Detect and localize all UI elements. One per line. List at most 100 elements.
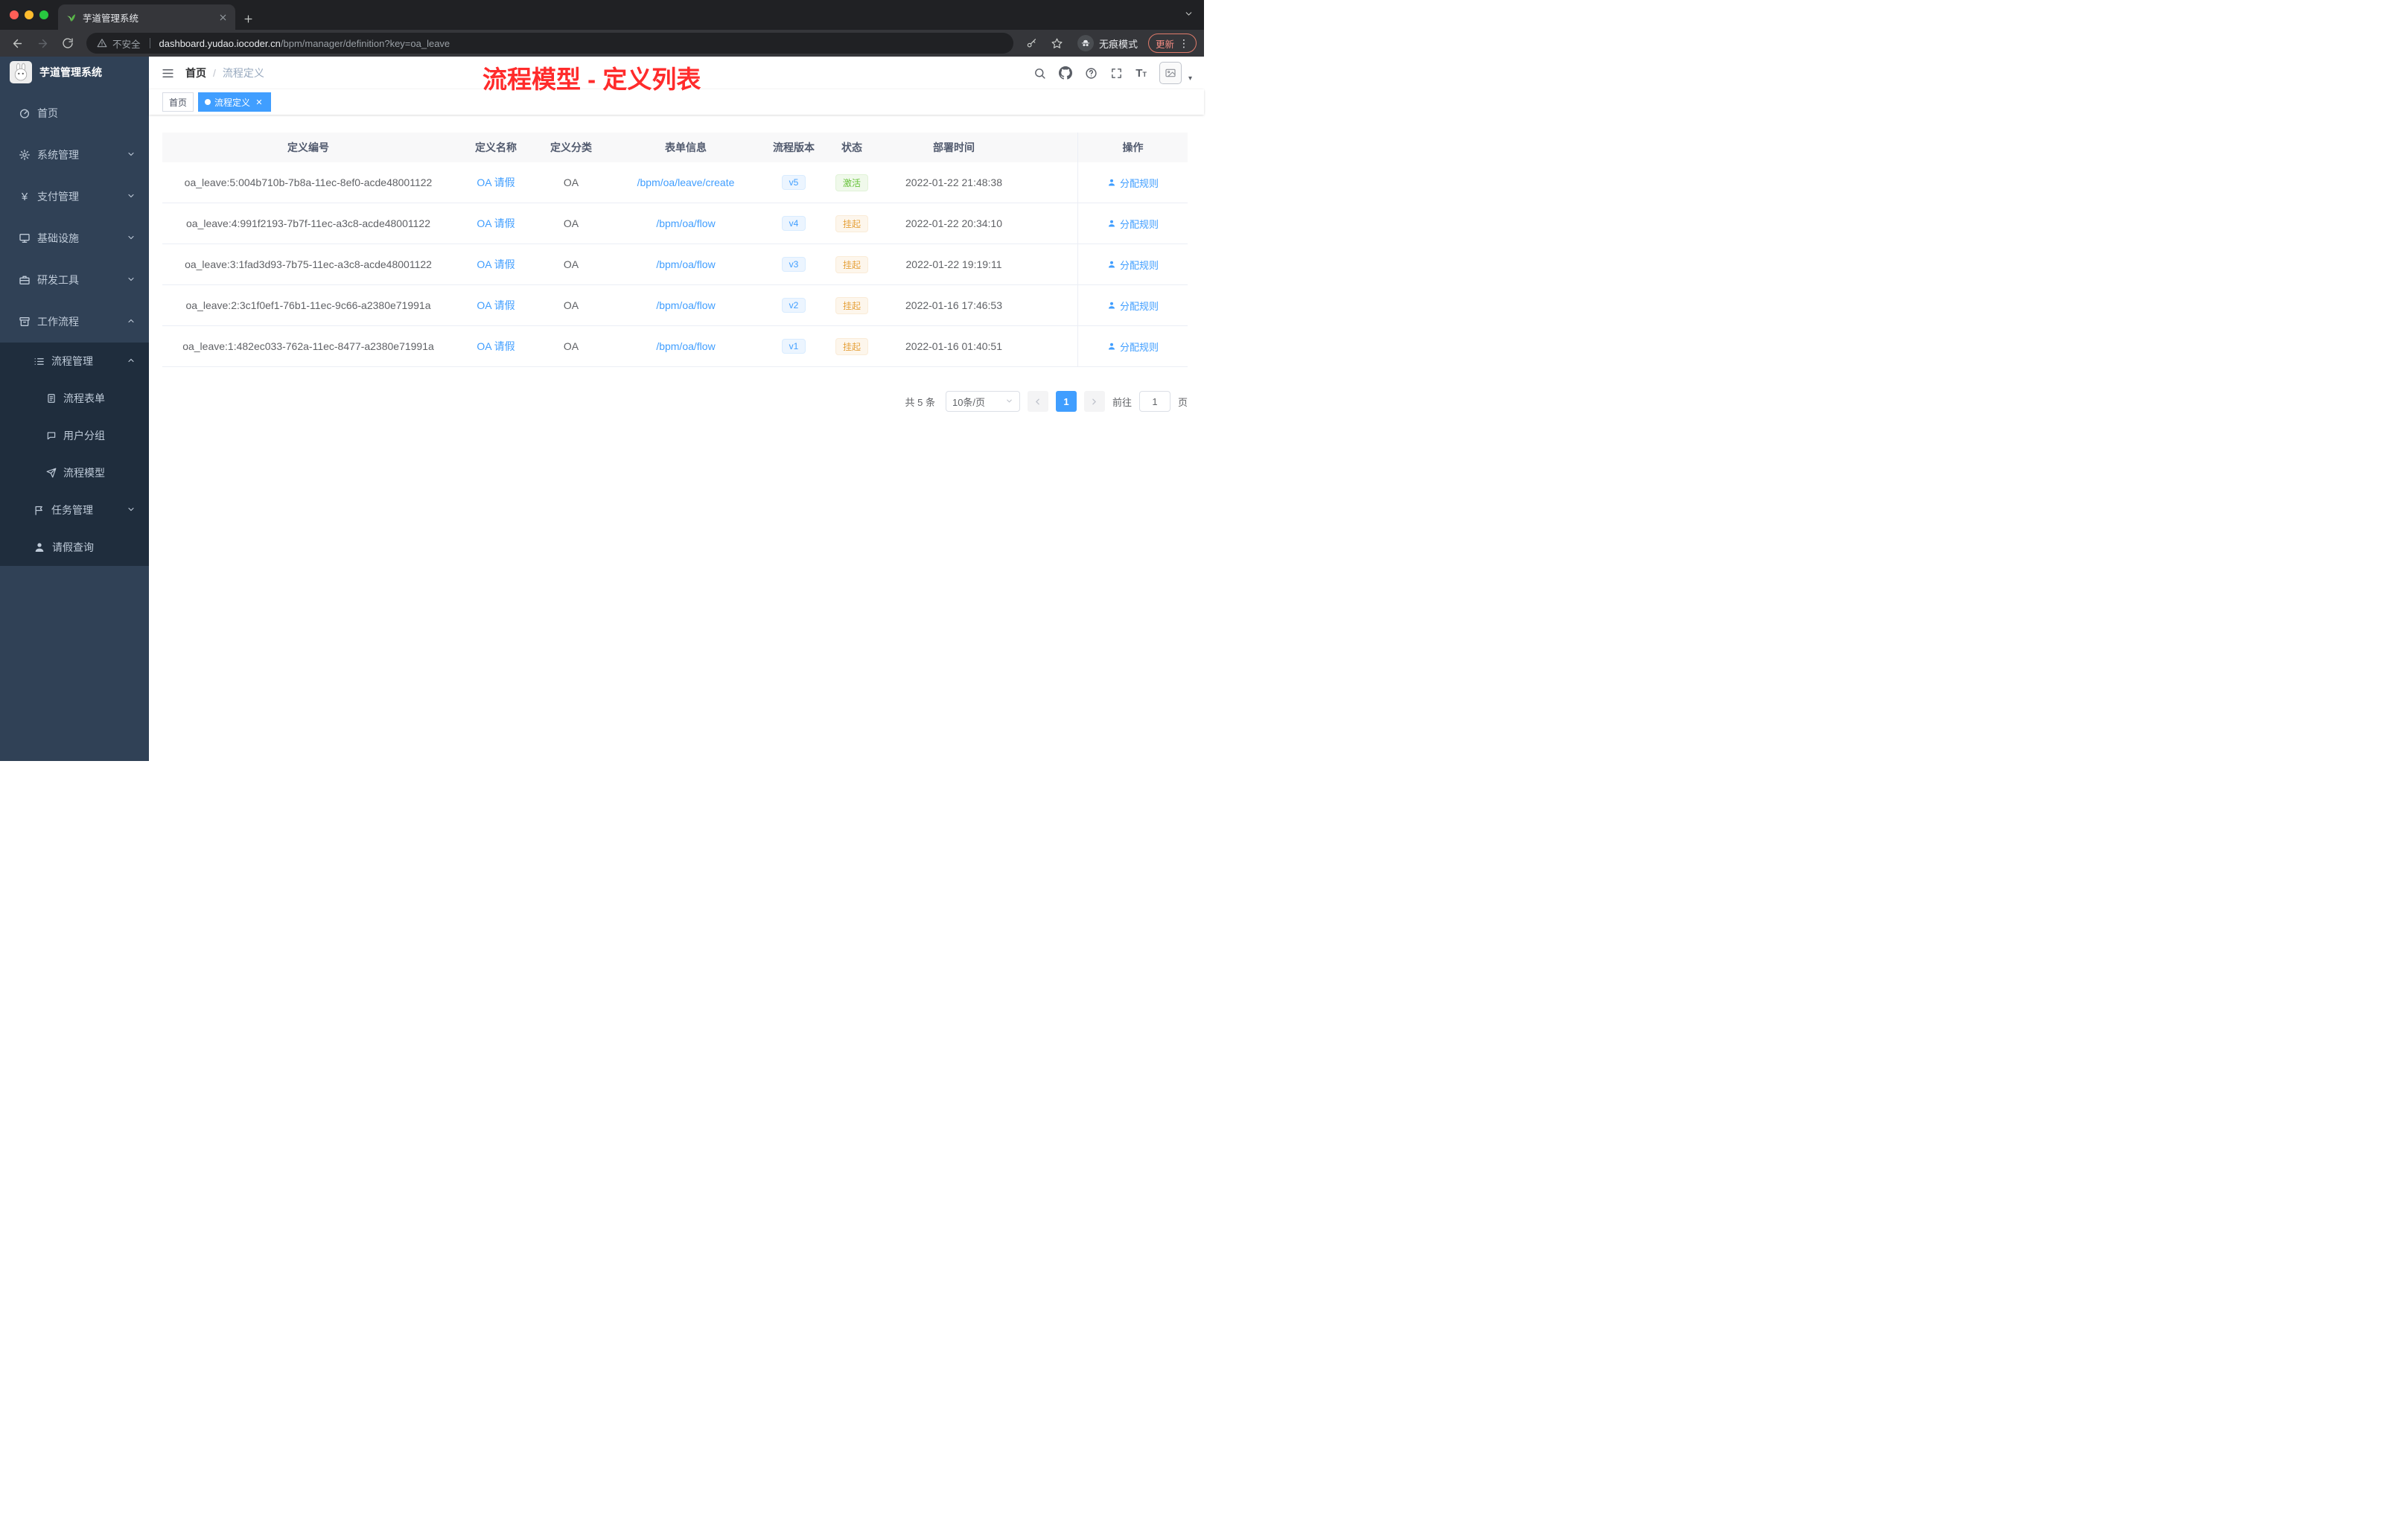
sidebar-item-devtools[interactable]: 研发工具 <box>0 259 149 301</box>
form-link[interactable]: /bpm/oa/flow <box>656 299 715 311</box>
font-size-icon[interactable]: TT <box>1135 67 1147 80</box>
page-1-button[interactable]: 1 <box>1055 391 1077 412</box>
warning-icon <box>97 38 107 48</box>
sidebar-item-infra[interactable]: 基础设施 <box>0 217 149 259</box>
tab-close-icon[interactable] <box>218 13 228 22</box>
sidebar-item-leave-query[interactable]: 请假查询 <box>0 529 149 566</box>
app-navbar: 首页 / 流程定义 TT ▾ <box>149 57 1204 89</box>
form-link[interactable]: /bpm/oa/flow <box>656 340 715 352</box>
address-bar[interactable]: 不安全 dashboard.yudao.iocoder.cn/bpm/manag… <box>86 33 1013 54</box>
sidebar-item-home[interactable]: 首页 <box>0 92 149 134</box>
definition-id: oa_leave:3:1fad3d93-7b75-11ec-a3c8-acde4… <box>185 258 432 270</box>
definition-id: oa_leave:1:482ec033-762a-11ec-8477-a2380… <box>182 340 434 352</box>
definition-table: 定义编号 定义名称 定义分类 表单信息 流程版本 状态 部署时间 操作 oa_l… <box>162 133 1188 367</box>
sidebar-item-label: 支付管理 <box>37 191 79 203</box>
sidebar-item-label: 系统管理 <box>37 149 79 161</box>
sidebar-item-label: 流程模型 <box>63 467 105 479</box>
archive-icon <box>19 317 30 326</box>
definition-name-link[interactable]: OA 请假 <box>477 339 515 354</box>
assign-rule-link[interactable]: 分配规则 <box>1107 340 1159 354</box>
sidebar-item-process-form[interactable]: 流程表单 <box>0 380 149 417</box>
assign-rule-link[interactable]: 分配规则 <box>1107 299 1159 313</box>
assign-rule-label: 分配规则 <box>1119 218 1159 230</box>
hamburger-icon[interactable] <box>161 66 175 80</box>
assign-rule-link[interactable]: 分配规则 <box>1107 258 1159 272</box>
fullscreen-icon[interactable] <box>1110 67 1123 80</box>
breadcrumb-home[interactable]: 首页 <box>185 66 206 80</box>
minimize-window-button[interactable] <box>25 10 34 19</box>
bookmark-star-icon[interactable] <box>1048 34 1067 53</box>
url-text: dashboard.yudao.iocoder.cn/bpm/manager/d… <box>159 38 450 49</box>
avatar[interactable] <box>1159 62 1182 84</box>
tag-process-definition[interactable]: 流程定义 ✕ <box>198 92 272 112</box>
help-icon[interactable] <box>1085 67 1098 80</box>
security-label: 不安全 <box>112 39 141 50</box>
form-link[interactable]: /bpm/oa/flow <box>656 258 715 270</box>
sidebar-item-label: 工作流程 <box>37 316 79 328</box>
page-size-select[interactable]: 10条/页 <box>945 391 1020 412</box>
definition-category: OA <box>563 258 579 270</box>
definition-category: OA <box>563 299 579 311</box>
sidebar-item-workflow[interactable]: 工作流程 <box>0 301 149 343</box>
prev-page-button[interactable] <box>1027 391 1048 412</box>
page-unit-label: 页 <box>1177 396 1188 408</box>
sidebar-item-task-mgmt[interactable]: 任务管理 <box>0 491 149 529</box>
version-tag: v2 <box>781 298 806 313</box>
chevron-down-icon <box>127 274 136 286</box>
tab-strip: 芋道管理系统 <box>0 0 1204 30</box>
form-link[interactable]: /bpm/oa/leave/create <box>637 176 735 188</box>
deploy-time: 2022-01-16 01:40:51 <box>905 340 1002 352</box>
browser-tab[interactable]: 芋道管理系统 <box>58 4 235 30</box>
column-header-status: 状态 <box>841 141 862 153</box>
sidebar-item-process-model[interactable]: 流程模型 <box>0 454 149 491</box>
column-header-category: 定义分类 <box>550 141 592 153</box>
update-button[interactable]: 更新 ⋮ <box>1147 34 1197 53</box>
status-tag: 挂起 <box>835 214 868 232</box>
github-icon[interactable] <box>1059 66 1073 80</box>
deploy-time: 2022-01-22 20:34:10 <box>905 217 1002 229</box>
assign-rule-label: 分配规则 <box>1119 259 1159 271</box>
sidebar-item-payment[interactable]: ¥ 支付管理 <box>0 176 149 217</box>
caret-down-icon[interactable]: ▾ <box>1188 74 1192 83</box>
zoom-window-button[interactable] <box>39 10 48 19</box>
definition-name-link[interactable]: OA 请假 <box>477 298 515 313</box>
definition-name-link[interactable]: OA 请假 <box>477 257 515 272</box>
next-page-button[interactable] <box>1083 391 1105 412</box>
tab-search-button[interactable] <box>1184 9 1194 22</box>
chat-bubble-icon <box>47 432 56 440</box>
assign-rule-link[interactable]: 分配规则 <box>1107 217 1159 231</box>
key-icon[interactable] <box>1022 34 1042 53</box>
definition-name-link[interactable]: OA 请假 <box>477 175 515 190</box>
reload-button[interactable] <box>58 34 77 53</box>
sidebar-item-system[interactable]: 系统管理 <box>0 134 149 176</box>
update-label: 更新 <box>1155 39 1174 50</box>
version-tag: v3 <box>781 257 806 272</box>
definition-category: OA <box>563 340 579 352</box>
column-header-action: 操作 <box>1077 133 1188 162</box>
sidebar-item-process-mgmt[interactable]: 流程管理 <box>0 343 149 380</box>
status-tag: 挂起 <box>835 255 868 273</box>
active-dot <box>205 99 211 105</box>
assign-rule-link[interactable]: 分配规则 <box>1107 176 1159 190</box>
person-icon <box>35 543 44 552</box>
workflow-submenu: 流程管理 流程表单 用户分组 流程模型 任务管理 请假查询 <box>0 343 149 566</box>
goto-page-input[interactable] <box>1138 391 1170 412</box>
forward-button[interactable] <box>33 34 52 53</box>
list-icon <box>34 357 44 365</box>
definition-name-link[interactable]: OA 请假 <box>477 216 515 231</box>
app-logo <box>10 61 32 83</box>
gear-icon <box>19 150 30 160</box>
chevron-down-icon <box>127 504 136 516</box>
search-icon[interactable] <box>1033 67 1046 80</box>
navbar-actions: TT ▾ <box>1033 62 1192 84</box>
back-button[interactable] <box>7 34 27 53</box>
tag-home[interactable]: 首页 <box>162 92 194 112</box>
user-icon <box>1108 179 1115 186</box>
tag-close-icon[interactable]: ✕ <box>254 97 264 107</box>
tags-bar: 首页 流程定义 ✕ <box>149 89 1204 115</box>
form-link[interactable]: /bpm/oa/flow <box>656 217 715 229</box>
version-tag: v5 <box>781 175 806 190</box>
sidebar-item-user-group[interactable]: 用户分组 <box>0 417 149 454</box>
new-tab-button[interactable] <box>243 13 254 25</box>
close-window-button[interactable] <box>10 10 19 19</box>
